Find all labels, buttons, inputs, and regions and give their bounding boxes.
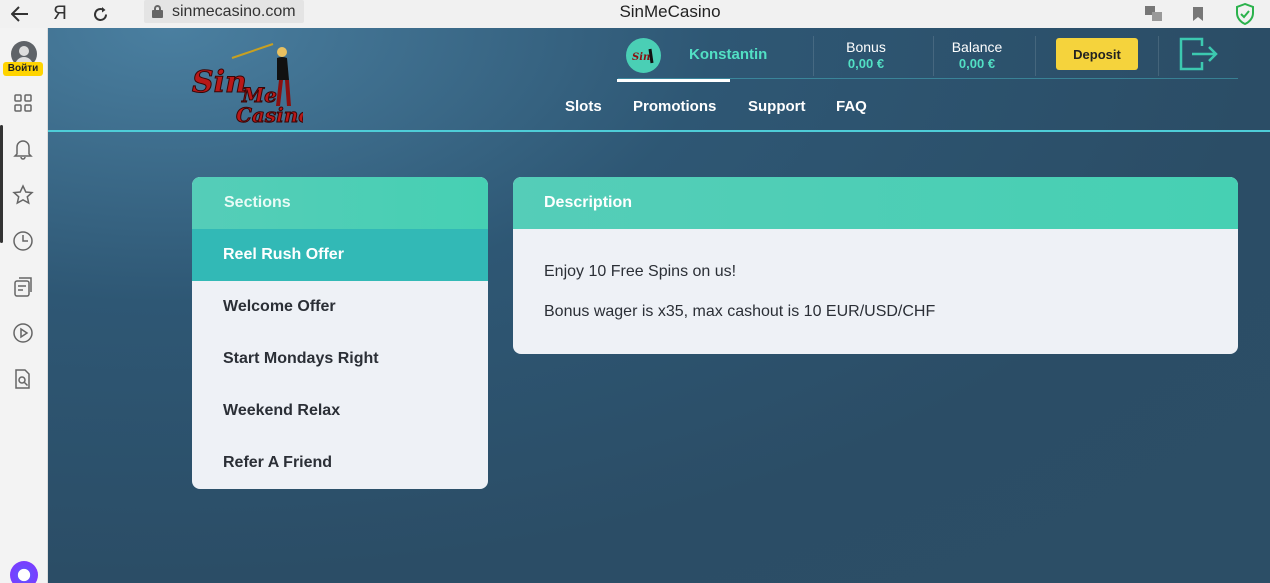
- bookmark-icon: [1193, 7, 1203, 21]
- section-start-mondays-right[interactable]: Start Mondays Right: [192, 333, 488, 385]
- browser-sidebar: Войти: [0, 28, 48, 583]
- browser-toolbar: Я sinmecasino.com SinMeCasino: [0, 0, 1270, 28]
- sidebar-item-zen[interactable]: [10, 274, 36, 300]
- translate-icon: [1145, 6, 1162, 21]
- header-separator: [1035, 36, 1036, 76]
- header-divider: [48, 130, 1270, 132]
- logout-icon: [1179, 37, 1218, 71]
- bookmark-button[interactable]: [1176, 0, 1220, 28]
- balance-value: 0,00 €: [958, 56, 996, 71]
- user-avatar[interactable]: Sin: [626, 38, 661, 73]
- sidebar-item-favorites[interactable]: [10, 182, 36, 208]
- grid-icon: [14, 94, 32, 112]
- nav-support[interactable]: Support: [748, 98, 806, 118]
- username[interactable]: Konstantin: [689, 46, 767, 63]
- bonus-block: Bonus 0,00 €: [821, 39, 911, 71]
- bonus-label: Bonus: [846, 39, 886, 55]
- casino-avatar-icon: Sin: [632, 48, 653, 63]
- shield-check-icon: [1236, 3, 1254, 25]
- nav-slots[interactable]: Slots: [565, 98, 602, 118]
- header-separator: [1158, 36, 1159, 76]
- logout-button[interactable]: [1178, 36, 1220, 72]
- deposit-button[interactable]: Deposit: [1056, 38, 1138, 70]
- sidebar-item-notifications[interactable]: [10, 136, 36, 162]
- sections-title: Sections: [192, 177, 488, 229]
- svg-text:Sin: Sin: [632, 52, 650, 63]
- protect-button[interactable]: [1220, 0, 1270, 28]
- alice-assistant-icon[interactable]: [10, 561, 38, 583]
- news-icon: [14, 277, 32, 297]
- sidebar-item-search[interactable]: [10, 366, 36, 392]
- nav-active-indicator: [617, 79, 730, 82]
- section-welcome-offer[interactable]: Welcome Offer: [192, 281, 488, 333]
- bell-icon: [13, 140, 33, 160]
- sections-panel: Sections Reel Rush Offer Welcome Offer S…: [192, 177, 488, 489]
- section-reel-rush-offer[interactable]: Reel Rush Offer: [192, 229, 488, 281]
- nav-promotions[interactable]: Promotions: [633, 98, 716, 118]
- description-title: Description: [513, 177, 1238, 229]
- balance-block: Balance 0,00 €: [932, 39, 1022, 71]
- sidebar-item-video[interactable]: [10, 320, 36, 346]
- svg-text:Casino: Casino: [236, 103, 303, 124]
- description-line: Enjoy 10 Free Spins on us!: [544, 263, 737, 280]
- clock-icon: [13, 231, 33, 251]
- bonus-value: 0,00 €: [847, 56, 885, 71]
- svg-text:Sin: Sin: [192, 65, 247, 100]
- description-panel: Description Enjoy 10 Free Spins on us! B…: [513, 177, 1238, 354]
- play-icon: [13, 323, 33, 343]
- balance-label: Balance: [951, 39, 1003, 55]
- nav-faq[interactable]: FAQ: [836, 98, 867, 118]
- translate-button[interactable]: [1132, 0, 1176, 28]
- section-refer-a-friend[interactable]: Refer A Friend: [192, 437, 488, 489]
- document-search-icon: [15, 369, 30, 389]
- casino-page: Sin Me Casino Sin Konstantin Bonus 0,00 …: [48, 28, 1270, 583]
- sidebar-indicator: [0, 125, 3, 243]
- star-icon: [12, 184, 34, 205]
- sidebar-item-services[interactable]: [10, 90, 36, 116]
- login-badge[interactable]: Войти: [3, 62, 43, 76]
- page-title: SinMeCasino: [619, 2, 721, 21]
- description-line: Bonus wager is x35, max cashout is 10 EU…: [544, 303, 936, 320]
- header-separator: [813, 36, 814, 76]
- sidebar-item-history[interactable]: [10, 228, 36, 254]
- section-weekend-relax[interactable]: Weekend Relax: [192, 385, 488, 437]
- sinmecasino-logo[interactable]: Sin Me Casino: [188, 38, 312, 128]
